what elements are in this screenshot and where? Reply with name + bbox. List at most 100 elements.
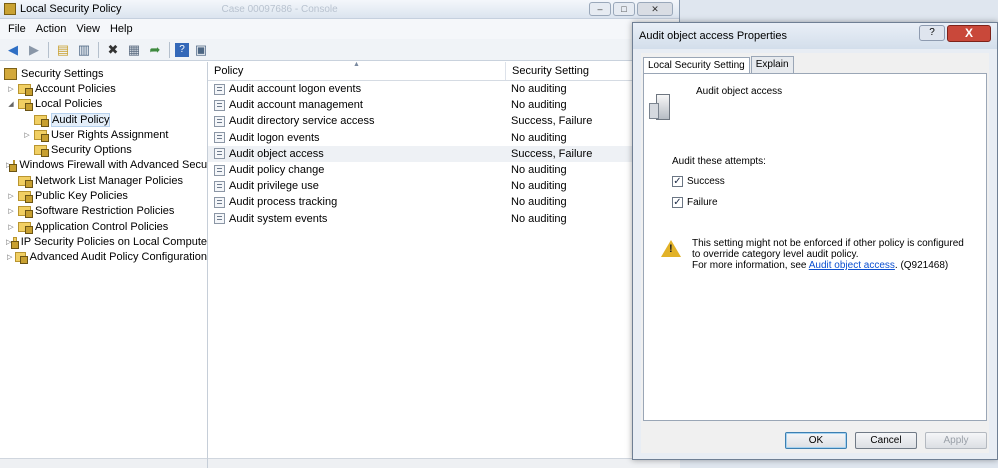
dialog-close-button[interactable]: X bbox=[947, 24, 991, 42]
policy-name: Audit account management bbox=[229, 99, 363, 112]
policy-name: Audit system events bbox=[229, 212, 328, 225]
expand-arrow-icon[interactable]: ▷ bbox=[6, 85, 16, 93]
policy-folder-icon bbox=[34, 145, 49, 158]
dialog-tabs: Local Security Setting Explain bbox=[641, 53, 989, 74]
expand-arrow-icon[interactable]: ▷ bbox=[22, 131, 32, 139]
tab-page: Audit object access Audit these attempts… bbox=[643, 73, 987, 421]
column-policy[interactable]: Policy ▲ bbox=[208, 61, 506, 80]
policy-name: Audit privilege use bbox=[229, 180, 319, 193]
policy-folder-icon bbox=[9, 160, 18, 173]
policy-icon bbox=[214, 213, 225, 225]
policy-icon bbox=[214, 115, 225, 127]
expanded-arrow-icon[interactable]: ◢ bbox=[6, 100, 16, 108]
warning-text: This setting might not be enforced if ot… bbox=[692, 238, 964, 271]
policy-name: Audit directory service access bbox=[229, 115, 375, 128]
tree-item-network-list-manager-policies[interactable]: Network List Manager Policies bbox=[0, 173, 207, 188]
policy-name: Audit process tracking bbox=[229, 196, 338, 209]
policy-folder-icon bbox=[34, 114, 49, 127]
policy-folder-icon bbox=[18, 206, 33, 219]
tree-item-public-key-policies[interactable]: ▷ Public Key Policies bbox=[0, 188, 207, 204]
failure-checkbox-row[interactable]: ✓ Failure bbox=[672, 197, 718, 208]
policy-row[interactable]: Audit privilege use No auditing bbox=[208, 178, 680, 194]
list-header: Policy ▲ Security Setting bbox=[208, 61, 680, 81]
policy-folder-icon bbox=[18, 221, 33, 234]
delete-icon[interactable]: ✖ bbox=[104, 41, 122, 59]
policy-list: Policy ▲ Security Setting Audit account l… bbox=[208, 61, 680, 468]
tree-root[interactable]: Security Settings bbox=[0, 66, 207, 81]
policy-name: Audit policy change bbox=[229, 164, 325, 177]
properties-dialog: Audit object access Properties ? X Local… bbox=[632, 22, 998, 460]
show-tree-icon[interactable]: ▥ bbox=[75, 41, 93, 59]
forward-icon[interactable]: ▶ bbox=[25, 41, 43, 59]
tree-item-application-control-policies[interactable]: ▷ Application Control Policies bbox=[0, 219, 207, 234]
menu-action[interactable]: Action bbox=[34, 23, 75, 35]
failure-label: Failure bbox=[687, 197, 718, 208]
ok-button[interactable]: OK bbox=[785, 432, 847, 449]
properties-icon[interactable]: ▦ bbox=[125, 41, 143, 59]
warning-icon: ! bbox=[661, 240, 681, 257]
background-window-title: Case 00097686 - Console bbox=[221, 3, 338, 15]
tree-pane: Security Settings ▷ Account Policies ◢ Loca… bbox=[0, 62, 208, 468]
menu-help[interactable]: Help bbox=[108, 23, 141, 35]
policy-folder-icon bbox=[34, 129, 49, 142]
policy-icon bbox=[214, 148, 225, 160]
console-icon[interactable]: ▣ bbox=[192, 41, 210, 59]
menu-view[interactable]: View bbox=[74, 23, 108, 35]
expand-arrow-icon[interactable]: ▷ bbox=[6, 192, 16, 200]
success-checkbox-row[interactable]: ✓ Success bbox=[672, 176, 725, 187]
maximize-button[interactable]: □ bbox=[613, 2, 635, 16]
toolbar: ◀ ▶ ▤ ▥ ✖ ▦ ➦ ? ▣ bbox=[0, 39, 679, 61]
back-icon[interactable]: ◀ bbox=[4, 41, 22, 59]
menubar: File Action View Help bbox=[0, 19, 679, 39]
policy-icon bbox=[214, 196, 225, 208]
expand-arrow-icon[interactable]: ▷ bbox=[6, 253, 13, 261]
dialog-help-button[interactable]: ? bbox=[919, 24, 945, 41]
dialog-buttons: OK Cancel Apply bbox=[785, 432, 987, 449]
menu-file[interactable]: File bbox=[6, 23, 34, 35]
policy-folder-icon bbox=[10, 236, 20, 249]
tree-item-windows-firewall-with-advanced-secu[interactable]: ▷Windows Firewall with Advanced Secu bbox=[0, 158, 207, 173]
tab-explain[interactable]: Explain bbox=[750, 56, 794, 73]
expand-arrow-icon[interactable]: ▷ bbox=[6, 207, 16, 215]
up-folder-icon[interactable]: ▤ bbox=[54, 41, 72, 59]
policy-name: Audit object access bbox=[229, 147, 324, 160]
policy-row[interactable]: Audit system events No auditing bbox=[208, 211, 680, 227]
policy-row[interactable]: Audit object access Success, Failure bbox=[208, 145, 680, 162]
window-title: Local Security Policy bbox=[20, 3, 122, 15]
success-label: Success bbox=[687, 176, 725, 187]
failure-checkbox[interactable]: ✓ bbox=[672, 197, 683, 208]
policy-folder-icon bbox=[18, 175, 33, 188]
success-checkbox[interactable]: ✓ bbox=[672, 176, 683, 187]
tree-item-ip-security-policies-on-local-compute[interactable]: ▷ IP Security Policies on Local Compute bbox=[0, 234, 207, 249]
tab-local-security-setting[interactable]: Local Security Setting bbox=[643, 57, 750, 74]
help-icon[interactable]: ? bbox=[175, 42, 189, 57]
sort-ascending-icon: ▲ bbox=[353, 61, 360, 68]
apply-button[interactable]: Apply bbox=[925, 432, 987, 449]
audit-object-access-link[interactable]: Audit object access bbox=[809, 260, 895, 271]
policy-icon bbox=[214, 99, 225, 111]
policy-row[interactable]: Audit policy change No auditing bbox=[208, 162, 680, 178]
policy-row[interactable]: Audit directory service access Success, F… bbox=[208, 113, 680, 129]
export-icon[interactable]: ➦ bbox=[146, 41, 164, 59]
policy-row[interactable]: Audit process tracking No auditing bbox=[208, 194, 680, 210]
policy-row[interactable]: Audit account management No auditing bbox=[208, 97, 680, 113]
tree-item-account-policies[interactable]: ▷ Account Policies bbox=[0, 81, 207, 96]
tree-hscrollbar[interactable] bbox=[0, 458, 207, 468]
server-policy-icon bbox=[649, 94, 670, 120]
security-settings-icon bbox=[4, 67, 17, 80]
tree-item-audit-policy[interactable]: Audit Policy bbox=[0, 112, 207, 127]
main-window: Local Security Policy Case 00097686 - Co… bbox=[0, 0, 680, 468]
list-hscrollbar[interactable] bbox=[208, 458, 680, 468]
policy-row[interactable]: Audit account logon events No auditing bbox=[208, 81, 680, 97]
cancel-button[interactable]: Cancel bbox=[855, 432, 917, 449]
tree-item-local-policies[interactable]: ◢ Local Policies bbox=[0, 97, 207, 112]
tree-item-security-options[interactable]: Security Options bbox=[0, 142, 207, 158]
policy-row[interactable]: Audit logon events No auditing bbox=[208, 130, 680, 146]
minimize-button[interactable]: – bbox=[589, 2, 611, 16]
policy-name: Audit account logon events bbox=[229, 83, 362, 96]
expand-arrow-icon[interactable]: ▷ bbox=[6, 223, 16, 231]
tree-item-software-restriction-policies[interactable]: ▷ Software Restriction Policies bbox=[0, 204, 207, 219]
tree-item-advanced-audit-policy-configuration[interactable]: ▷ Advanced Audit Policy Configuration bbox=[0, 250, 207, 265]
tree-item-user-rights-assignment[interactable]: ▷ User Rights Assignment bbox=[0, 127, 207, 142]
close-button[interactable]: ✕ bbox=[637, 2, 673, 16]
